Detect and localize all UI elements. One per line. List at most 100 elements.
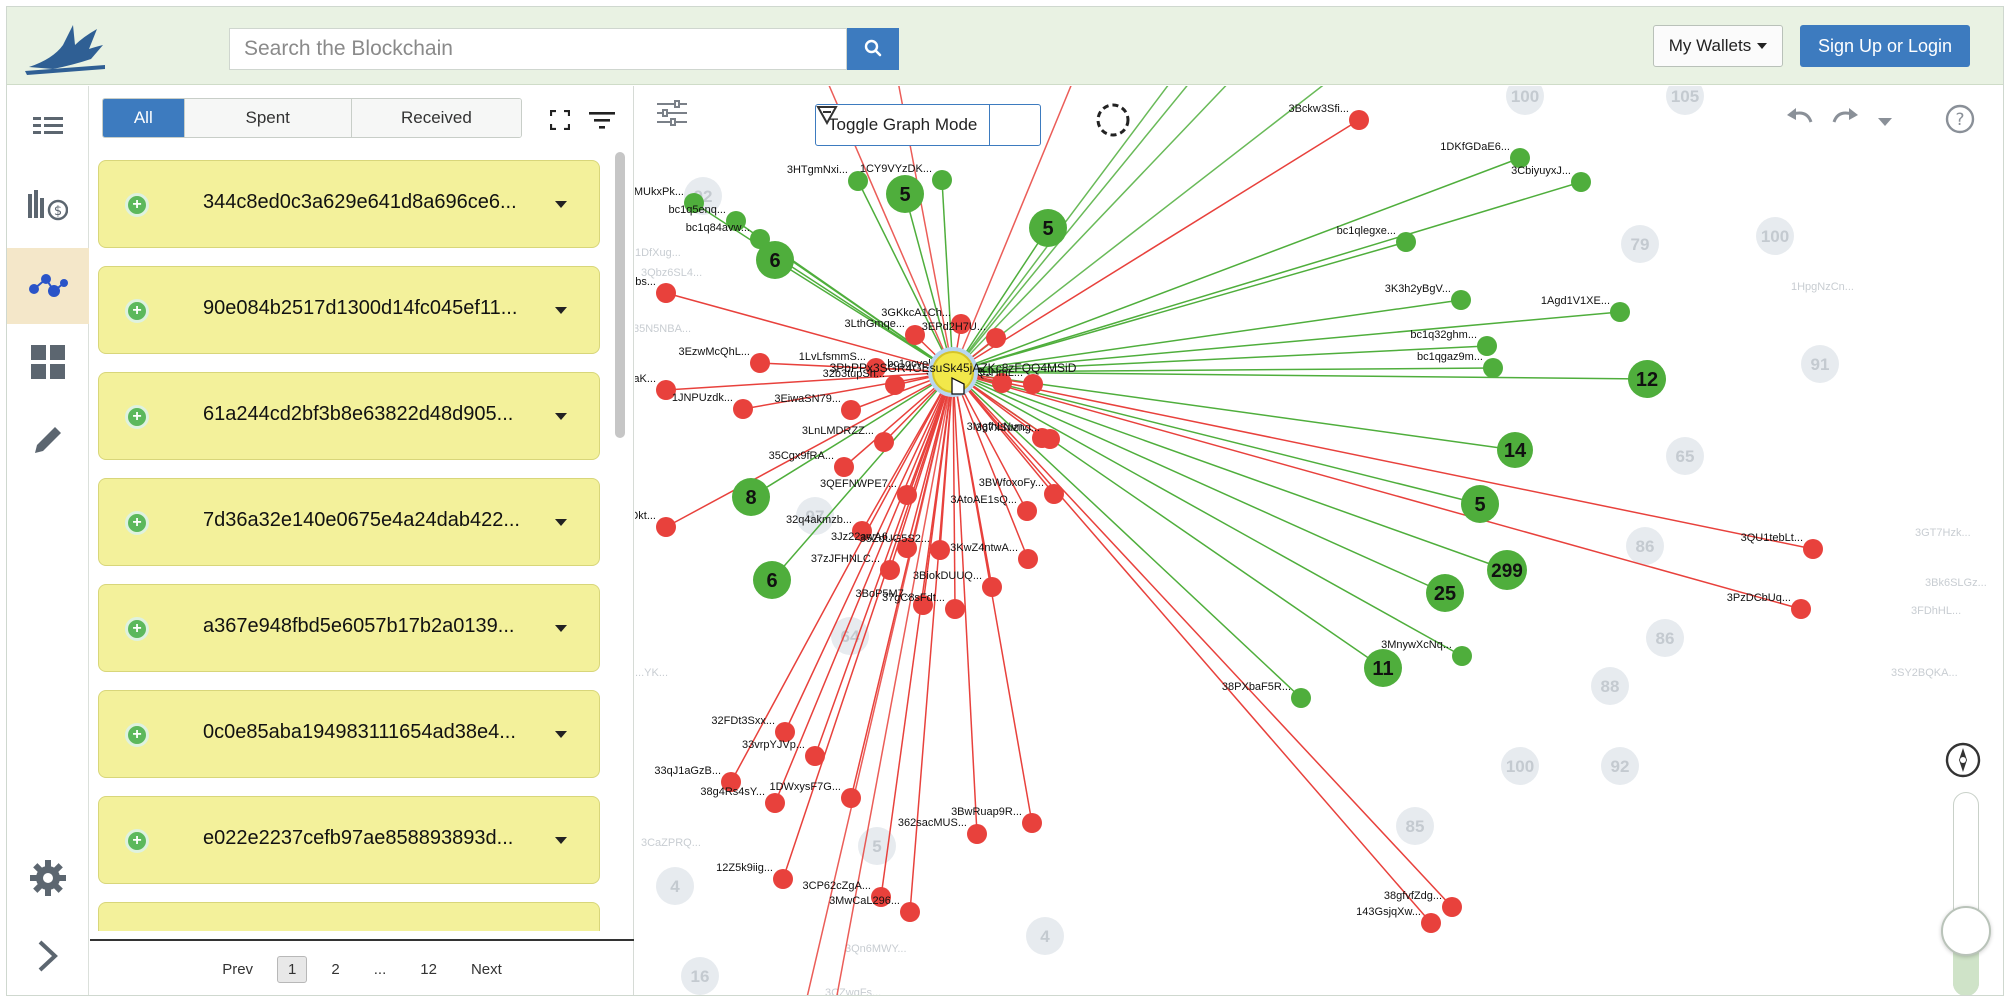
transaction-graph[interactable]: 92 100 105 79 100 91 65 97 86 64 86 88 100 92 5 4 4 16 85 3… [635, 86, 2004, 996]
green-address-node[interactable]: bc1q84avw... [686, 222, 770, 249]
expand-plus-icon[interactable]: + [125, 193, 149, 217]
list-item[interactable]: + 7d36a32e140e0675e4a24dab422... [98, 478, 600, 566]
expand-icon[interactable] [546, 106, 574, 134]
pager-next[interactable]: Next [461, 957, 512, 982]
expand-plus-icon[interactable]: + [125, 829, 149, 853]
cluster-count-label: 5 [1474, 494, 1485, 516]
caret-down-icon[interactable] [555, 625, 567, 632]
rail-coins[interactable]: $ [7, 168, 89, 244]
pager-page-12[interactable]: 12 [410, 957, 447, 982]
expand-plus-icon[interactable]: + [125, 511, 149, 535]
zoom-slider-handle[interactable] [1941, 906, 1991, 956]
green-cluster-node[interactable]: 5 [886, 175, 924, 213]
node-address-label: 3HTgmNxi... [787, 164, 848, 176]
green-cluster-node[interactable]: 12 [1628, 360, 1666, 398]
list-item[interactable]: + 0c0e85aba194983111654ad38e4... [98, 690, 600, 778]
sign-up-login-button[interactable]: Sign Up or Login [1800, 25, 1970, 67]
graph-settings-sliders-icon[interactable] [657, 100, 693, 136]
logo[interactable] [23, 15, 107, 77]
green-cluster-node[interactable]: 25 [1426, 574, 1464, 612]
list-scrollbar[interactable] [615, 152, 625, 438]
red-address-node[interactable]: 362sacMUS... [898, 817, 987, 844]
green-cluster-node[interactable]: 8 [732, 478, 770, 516]
green-address-node[interactable]: 38PXbaF5R... [1222, 681, 1311, 708]
list-item[interactable]: + 344c8ed0c3a629e641d8a696ce6... [98, 160, 600, 248]
red-address-node[interactable]: 32FDt3Sxx... [711, 715, 795, 742]
expand-plus-icon[interactable]: + [125, 405, 149, 429]
expand-plus-icon[interactable]: + [125, 299, 149, 323]
green-cluster-node[interactable]: 6 [753, 561, 791, 599]
redo-icon[interactable] [1830, 106, 1866, 136]
list-item[interactable]: + 61a244cd2bf3b8e63822d48d905... [98, 372, 600, 460]
history-dropdown-icon[interactable] [1875, 112, 1895, 132]
list-item[interactable]: + 90e084b2517d1300d14fc045ef11... [98, 266, 600, 354]
tab-received[interactable]: Received [351, 99, 521, 137]
list-item[interactable]: + e022e2237cefb97ae858893893d... [98, 796, 600, 884]
green-cluster-node[interactable]: 5 [1461, 485, 1499, 523]
green-address-node[interactable]: 3CbiyuyxJ... [1511, 165, 1591, 192]
caret-down-icon[interactable] [555, 519, 567, 526]
list-item[interactable]: + a367e948fbd5e6057b17b2a0139... [98, 584, 600, 672]
red-address-node[interactable]: 3EzwMcQhL... [678, 346, 770, 373]
caret-down-icon[interactable] [555, 201, 567, 208]
expand-plus-icon[interactable]: + [125, 617, 149, 641]
rail-settings[interactable] [7, 842, 89, 918]
red-address-node[interactable]: 3Ago4VDkt... [635, 510, 676, 537]
caret-down-icon[interactable] [555, 307, 567, 314]
graph-filter-icon[interactable] [816, 105, 1040, 145]
green-cluster-node[interactable]: 299 [1487, 550, 1527, 590]
red-address-node[interactable]: 1JNPUzdk... [672, 392, 753, 419]
pager-page-2[interactable]: 2 [321, 957, 349, 982]
red-address-node[interactable]: 3QU1tebLt... [1741, 532, 1823, 559]
red-address-node[interactable]: 3LnLMDRZZ... [802, 425, 894, 452]
red-address-node[interactable]: 3MwCaL296... [829, 895, 920, 922]
green-address-node[interactable]: 1DKfGDaE6... [1440, 141, 1530, 168]
red-address-node[interactable]: 33vrpYJVp... [742, 739, 825, 766]
red-address-node[interactable]: 367xSuzng... [976, 422, 1060, 449]
expand-plus-icon[interactable]: + [125, 723, 149, 747]
red-address-node[interactable]: 143GsjqXw... [1356, 906, 1441, 933]
rail-expand[interactable] [7, 920, 89, 995]
node-address-label: 3K3h2yBgV... [1385, 283, 1451, 295]
my-wallets-dropdown[interactable]: My Wallets [1653, 25, 1783, 67]
caret-down-icon[interactable] [555, 413, 567, 420]
compass-icon[interactable] [1945, 742, 1987, 784]
rail-dashboard[interactable] [7, 326, 89, 402]
green-cluster-node[interactable]: 5 [1029, 209, 1067, 247]
red-address-node[interactable]: 35Cgx9fRA... [769, 450, 854, 477]
filter-lines-icon[interactable] [588, 106, 616, 134]
toggle-graph-mode-button[interactable]: Toggle Graph Mode [815, 104, 1041, 146]
tab-all[interactable]: All [103, 99, 185, 137]
green-cluster-node[interactable]: 14 [1497, 432, 1533, 468]
red-address-node[interactable]: 3EiwaSN79... [774, 393, 861, 420]
red-address-node[interactable]: 3GDz67Sbs... [635, 276, 676, 303]
green-cluster-node[interactable]: 11 [1364, 649, 1402, 687]
red-address-node[interactable]: 12Z5k9iig... [716, 862, 793, 889]
red-address-node[interactable]: 37p3PS1aK... [635, 373, 676, 400]
red-address-node[interactable]: 3PzDCbUq... [1727, 592, 1811, 619]
red-address-node[interactable]: 3LthGmqe... [844, 318, 925, 345]
search-button[interactable] [847, 28, 899, 70]
search-icon [864, 39, 882, 60]
undo-icon[interactable] [1785, 106, 1821, 136]
rail-list-view[interactable] [7, 90, 89, 166]
svg-text:85: 85 [1406, 817, 1425, 836]
pager-prev[interactable]: Prev [212, 957, 263, 982]
green-address-node[interactable]: bc1qlegxe... [1337, 225, 1416, 252]
list-item-partial[interactable] [98, 902, 600, 931]
caret-down-icon[interactable] [555, 837, 567, 844]
green-cluster-node[interactable]: 6 [756, 241, 794, 279]
search-input[interactable] [229, 28, 847, 70]
green-address-node[interactable]: 3K3h2yBgV... [1385, 283, 1471, 310]
rail-graph[interactable] [7, 248, 89, 324]
graph-canvas[interactable]: 92100 10579 1009165978664 8688100 9254416853… [635, 86, 2004, 996]
pager-page-1[interactable]: 1 [277, 955, 308, 983]
rail-edit[interactable] [7, 404, 89, 480]
node-address-label: 38g4Rs4sY... [700, 786, 765, 798]
help-icon[interactable]: ? [1945, 104, 1979, 138]
caret-down-icon[interactable] [555, 731, 567, 738]
red-address-node[interactable]: 3Bckw3Sfi... [1288, 103, 1369, 130]
tab-spent[interactable]: Spent [184, 99, 352, 137]
red-address-node[interactable]: 3AtoAE1sQ... [950, 494, 1037, 521]
green-address-node[interactable]: 3HTgmNxi... [787, 164, 868, 191]
